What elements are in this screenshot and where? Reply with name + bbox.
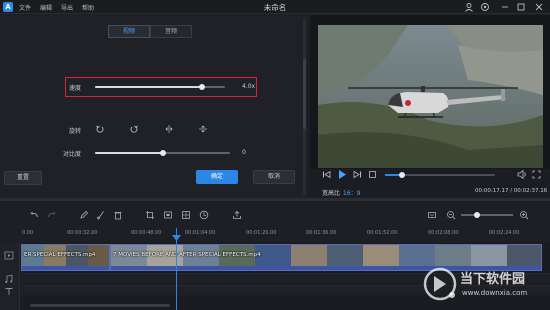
contrast-slider[interactable] <box>95 150 230 156</box>
watermark: 当下软件园 www.downxia.com <box>418 262 548 308</box>
video-preview[interactable] <box>318 25 543 168</box>
speed-slider[interactable] <box>95 84 225 90</box>
menu-bar: 文件 编辑 导出 帮助 <box>19 3 94 12</box>
menu-edit[interactable]: 编辑 <box>40 3 52 12</box>
timeline-toolbar <box>0 201 550 225</box>
ruler-label: 00:01:04.00 <box>185 230 216 236</box>
preview-panel: 宽高比 16：9 00:00:17.17 / 00:02:37.16 <box>310 15 550 199</box>
crop-icon[interactable] <box>145 210 155 220</box>
zoom-out-icon[interactable] <box>446 210 456 220</box>
track-header-column <box>0 242 20 310</box>
timeline-ruler[interactable]: 0.00 00:00:32.00 00:00:48.00 00:01:04.00… <box>0 226 550 242</box>
mosaic-icon[interactable] <box>181 210 191 220</box>
speed-slider-fill <box>95 86 202 88</box>
maximize-icon[interactable] <box>515 2 526 12</box>
zoom-slider-knob[interactable] <box>473 212 480 218</box>
rotate-label: 旋转 <box>69 128 82 135</box>
speed-clock-icon[interactable] <box>199 210 209 220</box>
panel-scrollbar-thumb[interactable] <box>303 59 306 129</box>
aspect-ratio-value[interactable]: 16：9 <box>343 188 360 197</box>
contrast-value: 0 <box>242 149 246 156</box>
playback-progress-knob[interactable] <box>398 172 405 178</box>
speed-slider-knob[interactable] <box>198 84 205 90</box>
next-frame-icon[interactable] <box>353 170 362 182</box>
fit-timeline-icon[interactable] <box>427 210 437 220</box>
ruler-label: 00:02:24.00 <box>489 230 520 236</box>
playback-timecode: 00:00:17.17 / 00:02:37.16 <box>475 188 548 194</box>
close-icon[interactable] <box>533 2 544 12</box>
ruler-label: 00:00:48.00 <box>131 230 162 236</box>
speed-value: 4.0x <box>242 83 256 90</box>
resize-icon[interactable] <box>163 210 173 220</box>
video-clip[interactable]: ER SPECIAL EFFECTS.mp4 <box>21 244 110 271</box>
contrast-label: 对比度 <box>63 151 82 158</box>
contrast-slider-fill <box>95 152 163 154</box>
timeline-scrollbar[interactable] <box>30 304 170 307</box>
flip-vertical-icon[interactable] <box>198 124 208 134</box>
contrast-slider-knob[interactable] <box>159 150 166 156</box>
tab-audio[interactable]: 音频 <box>150 25 192 38</box>
rotate-left-icon[interactable] <box>95 124 105 134</box>
volume-icon[interactable] <box>517 169 527 182</box>
delete-icon[interactable] <box>113 210 123 220</box>
watermark-name: 当下软件园 <box>460 272 526 287</box>
fullscreen-icon[interactable] <box>532 170 541 182</box>
stop-icon[interactable] <box>368 170 377 182</box>
settings-icon[interactable] <box>479 2 490 12</box>
edit-panel: 视频 音频 速度 4.0x 旋转 对比度 0 重置 确定 取消 <box>0 15 307 198</box>
speed-label: 速度 <box>69 85 82 92</box>
panel-scrollbar[interactable] <box>303 19 306 195</box>
prev-frame-icon[interactable] <box>322 170 331 182</box>
ruler-label: 00:01:36.00 <box>306 230 337 236</box>
ruler-label: 00:01:52.00 <box>367 230 398 236</box>
zoom-slider[interactable] <box>461 212 513 218</box>
menu-export[interactable]: 导出 <box>61 3 73 12</box>
user-icon[interactable] <box>463 2 474 12</box>
rotate-right-icon[interactable] <box>129 124 139 134</box>
ruler-label: 0.00 <box>22 230 34 236</box>
audio-track-icon <box>4 275 14 284</box>
video-track-icon <box>4 251 14 260</box>
clip-audio-strip <box>22 266 109 270</box>
split-scissors-icon[interactable] <box>96 210 106 220</box>
minimize-icon[interactable] <box>499 2 510 12</box>
ok-button[interactable]: 确定 <box>196 170 238 184</box>
media-tabs: 视频 音频 <box>108 25 192 38</box>
tab-video[interactable]: 视频 <box>108 25 150 38</box>
edit-pencil-icon[interactable] <box>79 210 89 220</box>
aspect-ratio-label: 宽高比 <box>322 190 341 197</box>
cancel-button[interactable]: 取消 <box>253 170 295 184</box>
menu-help[interactable]: 帮助 <box>82 3 94 12</box>
app-logo-icon: A <box>3 2 13 12</box>
playback-progress-bar[interactable] <box>385 172 495 178</box>
text-track-icon <box>4 287 14 296</box>
clip-label: ER SPECIAL EFFECTS.mp4 <box>24 252 96 258</box>
watermark-url: www.downxia.com <box>462 289 528 297</box>
title-bar: A 文件 编辑 导出 帮助 未命名 <box>0 0 550 14</box>
undo-icon[interactable] <box>29 210 39 220</box>
redo-icon[interactable] <box>47 210 57 220</box>
player-controls: 宽高比 16：9 00:00:17.17 / 00:02:37.16 <box>310 169 550 199</box>
ruler-label: 00:02:08.00 <box>428 230 459 236</box>
play-icon[interactable] <box>337 169 347 183</box>
reset-button[interactable]: 重置 <box>4 171 42 185</box>
export-icon[interactable] <box>232 210 242 220</box>
zoom-in-icon[interactable] <box>519 210 529 220</box>
ruler-label: 00:00:32.00 <box>67 230 98 236</box>
ruler-label: 00:01:20.00 <box>246 230 277 236</box>
clip-label: 7 MOVIES BEFORE AND AFTER SPECIAL EFFECT… <box>113 252 261 258</box>
menu-file[interactable]: 文件 <box>19 3 31 12</box>
flip-horizontal-icon[interactable] <box>164 124 174 134</box>
